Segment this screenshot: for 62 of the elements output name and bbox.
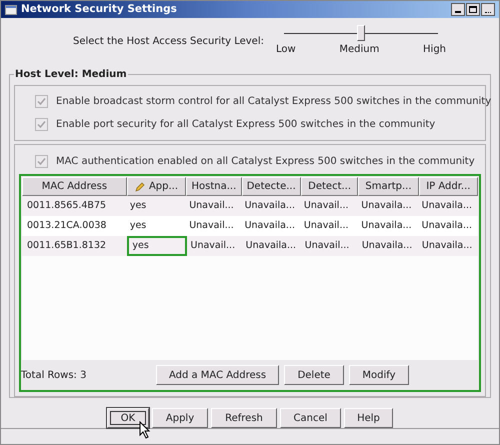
table-cell-text: 0011.8565.4B75 xyxy=(26,198,108,213)
mouse-pointer-icon xyxy=(139,421,151,439)
total-rows-label: Total Rows: 3 xyxy=(21,368,88,382)
table-cell-text: Unavaila... xyxy=(420,218,474,233)
checkbox-label: MAC authentication enabled on all Catalyst Express 500 switches in the community xyxy=(56,155,475,169)
button[interactable]: Cancel xyxy=(280,408,341,428)
table-cell-text: Unavail... xyxy=(304,238,350,253)
column-header-label: App... xyxy=(148,180,178,194)
table-cell-text: Unavail... xyxy=(190,238,236,253)
column-header-label: Hostna... xyxy=(191,180,236,194)
column-header[interactable]: MAC Address xyxy=(22,177,127,196)
close-button[interactable] xyxy=(481,3,495,16)
column-header[interactable]: Smartp... xyxy=(358,177,419,196)
pencil-icon xyxy=(134,182,145,192)
button[interactable]: Apply xyxy=(152,408,208,428)
column-header-label: Smartp... xyxy=(365,180,412,194)
column-header[interactable]: App... xyxy=(126,177,186,196)
table-cell-text: Unavaila... xyxy=(360,238,414,253)
checkbox-label: Enable broadcast storm control for all Catalyst Express 500 switches in the community xyxy=(56,95,492,109)
security-level-label: Select the Host Access Security Level: xyxy=(73,35,264,49)
table-cell-text: Unavaila... xyxy=(244,238,298,253)
table-cell-text: 0011.65B1.8132 xyxy=(26,238,108,253)
button[interactable]: Help xyxy=(344,408,393,428)
slider-tick-label: Low xyxy=(276,43,296,57)
table-cell-text: Unavaila... xyxy=(420,238,474,253)
window-icon xyxy=(5,4,17,14)
table-cell-text: Unavaila... xyxy=(244,218,296,233)
maximize-button[interactable] xyxy=(466,3,480,16)
column-header-label: IP Addr... xyxy=(426,180,470,194)
button[interactable]: Refresh xyxy=(211,408,277,428)
table-cell-text: Unavaila... xyxy=(244,198,296,213)
checkmark-icon xyxy=(37,97,46,106)
checkmark-icon xyxy=(37,157,46,166)
column-header[interactable]: Detecte... xyxy=(242,177,301,196)
button[interactable]: Add a MAC Address xyxy=(156,365,279,385)
table-cell-text: yes xyxy=(128,218,148,233)
column-header[interactable]: IP Addr... xyxy=(418,177,478,196)
table-cell-text: Unavail... xyxy=(302,198,350,213)
table-cell-text: Unavail... xyxy=(302,218,350,233)
button[interactable]: Delete xyxy=(284,365,344,385)
checkmark-icon xyxy=(37,120,46,129)
column-header[interactable]: Hostna... xyxy=(186,177,242,196)
table-cell-text: Unavaila... xyxy=(360,198,413,213)
table-cell-text: Unavail... xyxy=(188,218,235,233)
table-cell: yes xyxy=(127,236,187,256)
minimize-button[interactable] xyxy=(451,3,465,16)
table-cell-text: yes xyxy=(128,198,148,213)
slider-tick-label: High xyxy=(423,43,446,57)
slider-tick-label: Medium xyxy=(339,43,380,57)
table-cell-text: Unavaila... xyxy=(420,198,474,213)
column-header[interactable]: Detect... xyxy=(300,177,358,196)
table-cell-text: 0013.21CA.0038 xyxy=(26,218,108,233)
slider-thumb[interactable] xyxy=(357,25,365,41)
column-header-label: Detect... xyxy=(308,180,352,194)
table-cell-text: Unavail... xyxy=(188,198,235,213)
window-title: Network Security Settings xyxy=(21,2,177,17)
table-cell-text: Unavaila... xyxy=(360,218,413,233)
column-header-label: Detecte... xyxy=(246,180,296,194)
button[interactable]: OK xyxy=(107,408,149,428)
column-header-label: MAC Address xyxy=(42,180,108,194)
button[interactable]: Modify xyxy=(349,365,409,385)
checkbox-label: Enable port security for all Catalyst Express 500 switches in the community xyxy=(56,118,436,132)
